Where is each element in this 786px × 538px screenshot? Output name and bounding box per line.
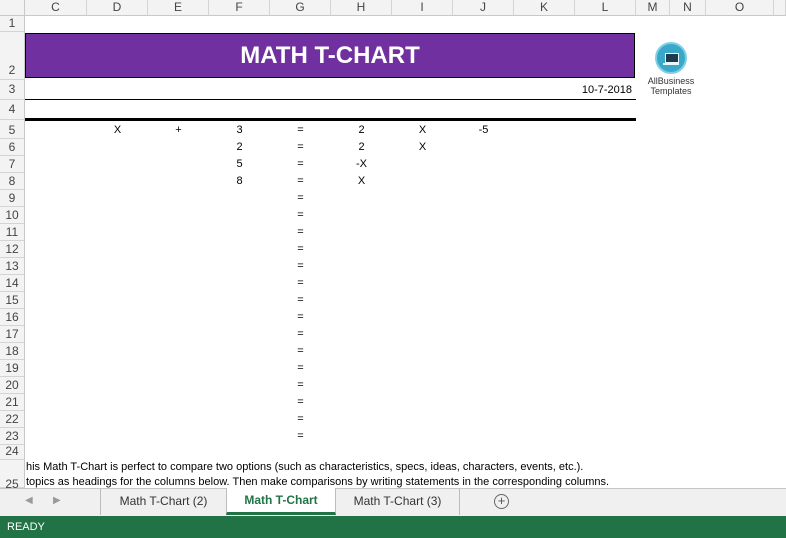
sheet-tab-math-t-chart-2[interactable]: Math T-Chart (2)	[100, 489, 227, 515]
cell-g21[interactable]: =	[270, 394, 331, 410]
instructions-line-2: topics as headings for the columns below…	[26, 476, 610, 488]
laptop-base	[663, 63, 679, 65]
column-header-m[interactable]: M	[636, 0, 670, 16]
row-header-3[interactable]: 3	[0, 80, 25, 100]
cell-g19[interactable]: =	[270, 360, 331, 376]
tab-scroll-right-icon[interactable]: ▶	[53, 495, 61, 506]
column-header-f[interactable]: F	[209, 0, 270, 16]
cell-g5[interactable]: =	[270, 122, 331, 138]
row-header-11[interactable]: 11	[0, 224, 25, 241]
cell-g9[interactable]: =	[270, 190, 331, 206]
column-header-o[interactable]: O	[706, 0, 774, 16]
cell-g14[interactable]: =	[270, 275, 331, 291]
row-header-21[interactable]: 21	[0, 394, 25, 411]
row-header-5[interactable]: 5	[0, 120, 25, 139]
logo-line-1: AllBusiness	[647, 76, 695, 86]
cell-g6[interactable]: =	[270, 139, 331, 155]
cell-h5[interactable]: 2	[331, 122, 392, 138]
row-header-16[interactable]: 16	[0, 309, 25, 326]
row-header-13[interactable]: 13	[0, 258, 25, 275]
instructions-line-1: his Math T-Chart is perfect to compare t…	[26, 461, 584, 473]
row-header-22[interactable]: 22	[0, 411, 25, 428]
sheet-tab-math-t-chart[interactable]: Math T-Chart	[226, 488, 336, 515]
add-sheet-icon[interactable]: +	[494, 494, 509, 509]
cell-f6[interactable]: 2	[209, 139, 270, 155]
cell-e5[interactable]: +	[148, 122, 209, 138]
laptop-screen	[665, 53, 679, 63]
row-header-18[interactable]: 18	[0, 343, 25, 360]
cell-d5[interactable]: X	[87, 122, 148, 138]
cell-f7[interactable]: 5	[209, 156, 270, 172]
cell-g11[interactable]: =	[270, 224, 331, 240]
cell-g18[interactable]: =	[270, 343, 331, 359]
row-header-25[interactable]: 25	[0, 460, 25, 488]
cell-g16[interactable]: =	[270, 309, 331, 325]
cell-g12[interactable]: =	[270, 241, 331, 257]
logo-text: AllBusiness Templates	[646, 76, 696, 96]
cell-g15[interactable]: =	[270, 292, 331, 308]
column-header-i[interactable]: I	[392, 0, 453, 16]
cell-h7[interactable]: -X	[331, 156, 392, 172]
laptop-icon	[655, 42, 687, 74]
row-header-23[interactable]: 23	[0, 428, 25, 445]
cell-f8[interactable]: 8	[209, 173, 270, 189]
row-header-15[interactable]: 15	[0, 292, 25, 309]
row-header-2[interactable]: 2	[0, 32, 25, 80]
row-header-6[interactable]: 6	[0, 139, 25, 156]
cell-h8[interactable]: X	[331, 173, 392, 189]
cell-i6[interactable]: X	[392, 139, 453, 155]
status-bar: READY	[0, 516, 786, 538]
cell-g7[interactable]: =	[270, 156, 331, 172]
worksheet-grid[interactable]: C D E F G H I J K L M N O 1 2 3 4 5 6 7 …	[0, 0, 786, 488]
sheet-tab-math-t-chart-3[interactable]: Math T-Chart (3)	[336, 489, 460, 515]
row-header-4[interactable]: 4	[0, 100, 25, 120]
column-header-e[interactable]: E	[148, 0, 209, 16]
rule-thick	[25, 118, 636, 121]
column-header-n[interactable]: N	[670, 0, 706, 16]
row-header-17[interactable]: 17	[0, 326, 25, 343]
cell-g20[interactable]: =	[270, 377, 331, 393]
cell-j5[interactable]: -5	[453, 122, 514, 138]
column-header-h[interactable]: H	[331, 0, 392, 16]
column-header-d[interactable]: D	[87, 0, 148, 16]
row-header-19[interactable]: 19	[0, 360, 25, 377]
cell-f5[interactable]: 3	[209, 122, 270, 138]
column-header-c[interactable]: C	[25, 0, 87, 16]
cell-i5[interactable]: X	[392, 122, 453, 138]
column-header-g[interactable]: G	[270, 0, 331, 16]
select-all-corner[interactable]	[0, 0, 25, 16]
cell-g8[interactable]: =	[270, 173, 331, 189]
sheet-tab-bar: ◀ ▶ Math T-Chart (2) Math T-Chart Math T…	[0, 488, 786, 516]
row-header-12[interactable]: 12	[0, 241, 25, 258]
chart-title-banner: MATH T-CHART	[25, 33, 635, 78]
date-cell: 10-7-2018	[581, 84, 632, 96]
row-header-8[interactable]: 8	[0, 173, 25, 190]
cell-g22[interactable]: =	[270, 411, 331, 427]
column-header-l[interactable]: L	[575, 0, 636, 16]
status-text: READY	[7, 521, 45, 533]
allbusiness-logo: AllBusiness Templates	[646, 42, 696, 96]
column-header-j[interactable]: J	[453, 0, 514, 16]
row-header-20[interactable]: 20	[0, 377, 25, 394]
column-header-k[interactable]: K	[514, 0, 575, 16]
cell-g13[interactable]: =	[270, 258, 331, 274]
cell-g10[interactable]: =	[270, 207, 331, 223]
column-header-next[interactable]	[774, 0, 786, 16]
cell-h6[interactable]: 2	[331, 139, 392, 155]
row-header-24[interactable]: 24	[0, 445, 25, 460]
logo-line-2: Templates	[650, 86, 692, 96]
cell-g17[interactable]: =	[270, 326, 331, 342]
rule-thin	[25, 99, 636, 100]
cell-g23[interactable]: =	[270, 428, 331, 444]
tab-scroll-left-icon[interactable]: ◀	[25, 495, 33, 506]
row-header-9[interactable]: 9	[0, 190, 25, 207]
row-header-7[interactable]: 7	[0, 156, 25, 173]
row-header-10[interactable]: 10	[0, 207, 25, 224]
row-header-1[interactable]: 1	[0, 16, 25, 32]
row-header-14[interactable]: 14	[0, 275, 25, 292]
